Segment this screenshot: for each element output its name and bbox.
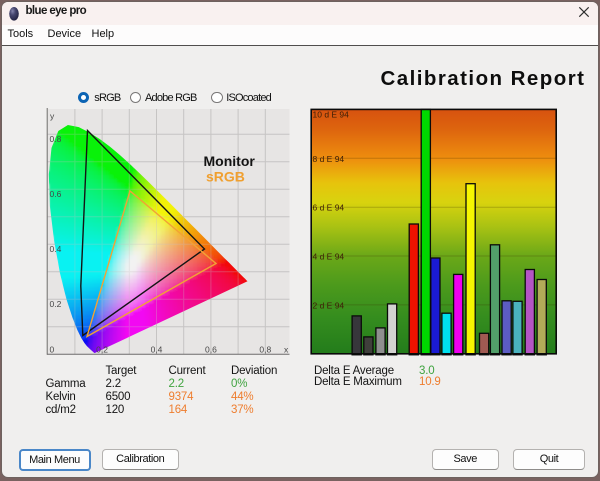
svg-text:0,4: 0,4: [150, 344, 162, 354]
svg-text:Monitor: Monitor: [203, 153, 255, 169]
svg-text:0,6: 0,6: [204, 344, 216, 354]
svg-text:10 d E 94: 10 d E 94: [312, 109, 349, 119]
svg-text:0.2: 0.2: [49, 298, 61, 308]
svg-text:8 d E 94: 8 d E 94: [312, 153, 344, 163]
svg-text:4 d E 94: 4 d E 94: [312, 251, 344, 261]
svg-text:0: 0: [49, 344, 54, 354]
svg-text:2 d E 94: 2 d E 94: [312, 300, 344, 310]
svg-text:6 d E 94: 6 d E 94: [312, 202, 344, 212]
svg-text:0.6: 0.6: [49, 188, 61, 198]
svg-text:0.4: 0.4: [49, 243, 61, 253]
svg-text:0,8: 0,8: [259, 344, 271, 354]
svg-text:sRGB: sRGB: [206, 168, 245, 184]
svg-text:0,2: 0,2: [96, 344, 108, 354]
svg-text:0.8: 0.8: [49, 133, 61, 143]
